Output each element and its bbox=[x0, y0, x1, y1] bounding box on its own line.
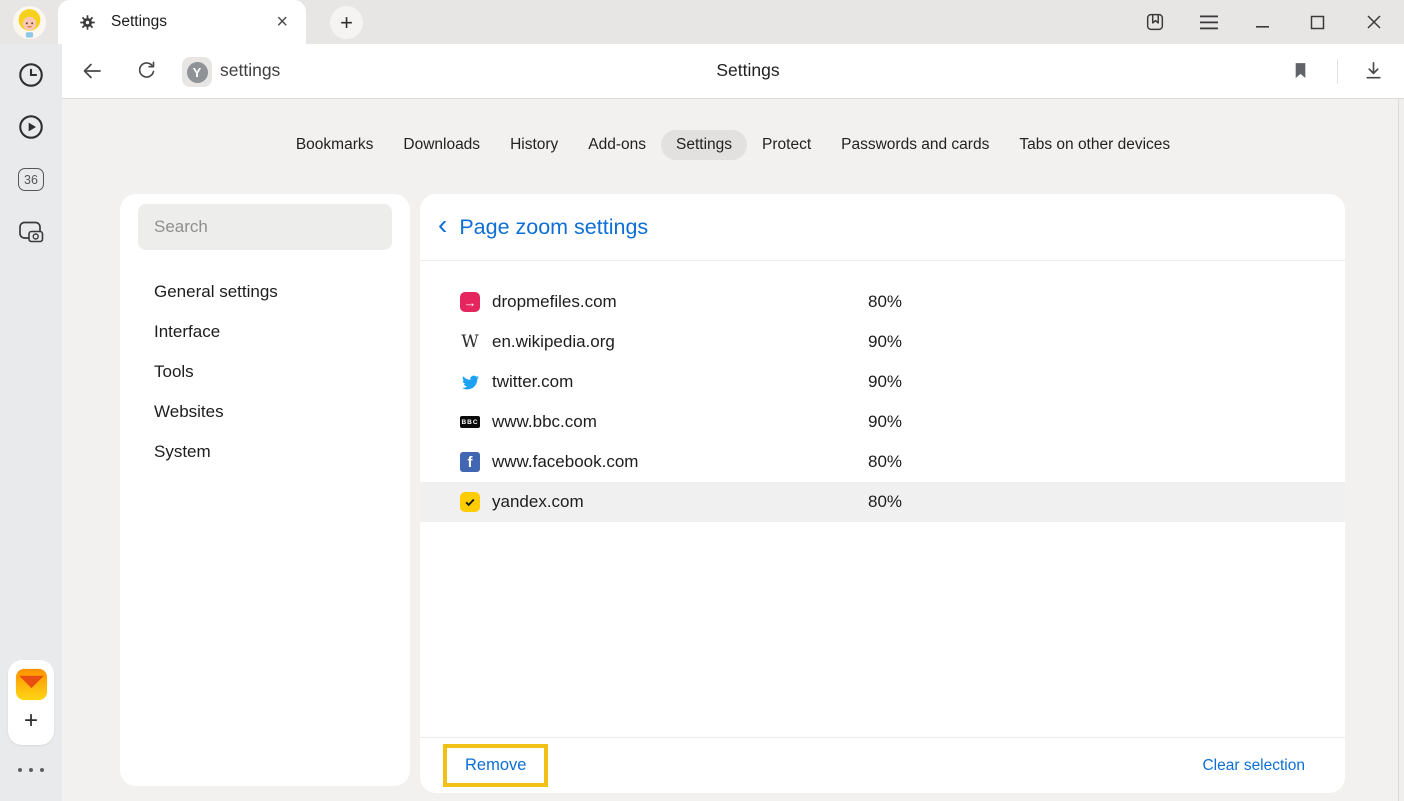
bookmark-icon bbox=[1290, 59, 1311, 82]
site-name: twitter.com bbox=[492, 372, 868, 392]
add-app-button[interactable]: + bbox=[24, 709, 38, 733]
nav-passwords-and-cards[interactable]: Passwords and cards bbox=[826, 130, 1004, 160]
yandex-logo-icon: Y bbox=[187, 62, 208, 83]
site-name: www.bbc.com bbox=[492, 412, 868, 432]
remove-button[interactable]: Remove bbox=[443, 744, 548, 787]
hamburger-menu-icon bbox=[1200, 15, 1219, 30]
maximize-icon bbox=[1310, 15, 1325, 30]
nav-downloads[interactable]: Downloads bbox=[388, 130, 495, 160]
wikipedia-favicon-icon: W bbox=[461, 334, 478, 351]
site-name: yandex.com bbox=[492, 492, 868, 512]
site-badge[interactable]: Y bbox=[182, 57, 212, 87]
site-name: www.facebook.com bbox=[492, 452, 868, 472]
site-row-wikipedia[interactable]: W en.wikipedia.org 90% bbox=[420, 322, 1345, 362]
back-chevron-icon: ‹ bbox=[438, 211, 447, 239]
page-zoom-settings-panel: ‹ Page zoom settings → dropmefiles.com 8… bbox=[420, 194, 1345, 793]
yandex-mail-icon bbox=[15, 668, 48, 701]
more-options-icon[interactable] bbox=[0, 768, 62, 772]
section-title: Page zoom settings bbox=[459, 215, 648, 240]
screenshot-camera-icon bbox=[17, 219, 45, 244]
reload-icon bbox=[135, 59, 158, 82]
sidebar-item-general-settings[interactable]: General settings bbox=[120, 272, 410, 312]
nav-history[interactable]: History bbox=[495, 130, 573, 160]
play-circle-icon bbox=[17, 113, 45, 141]
back-arrow-icon bbox=[80, 59, 104, 83]
nav-protect[interactable]: Protect bbox=[747, 130, 826, 160]
site-row-facebook[interactable]: f www.facebook.com 80% bbox=[420, 442, 1345, 482]
site-row-dropmefiles[interactable]: → dropmefiles.com 80% bbox=[420, 282, 1345, 322]
tab-bar: Settings × + bbox=[0, 0, 1404, 44]
toolbar-separator bbox=[1337, 59, 1338, 84]
close-icon bbox=[1366, 14, 1382, 30]
site-row-bbc[interactable]: BBC www.bbc.com 90% bbox=[420, 402, 1345, 442]
settings-nav: Bookmarks Downloads History Add-ons Sett… bbox=[62, 130, 1404, 160]
bookmark-button[interactable] bbox=[1290, 59, 1311, 82]
nav-add-ons[interactable]: Add-ons bbox=[573, 130, 661, 160]
facebook-favicon-icon: f bbox=[460, 452, 480, 472]
close-window-button[interactable] bbox=[1366, 0, 1382, 44]
site-zoom-value: 80% bbox=[868, 292, 902, 312]
download-icon bbox=[1362, 59, 1385, 82]
avatar-girl-icon bbox=[13, 6, 46, 39]
site-zoom-value: 90% bbox=[868, 412, 902, 432]
nav-tabs-on-other-devices[interactable]: Tabs on other devices bbox=[1004, 130, 1185, 160]
zoomed-sites-list: → dropmefiles.com 80% W en.wikipedia.org… bbox=[420, 261, 1345, 522]
tab-close-icon[interactable]: × bbox=[274, 12, 290, 32]
sidebar-item-interface[interactable]: Interface bbox=[120, 312, 410, 352]
side-panel-button[interactable] bbox=[1144, 0, 1166, 44]
site-row-twitter[interactable]: twitter.com 90% bbox=[420, 362, 1345, 402]
site-zoom-value: 80% bbox=[868, 492, 902, 512]
screenshot-button[interactable] bbox=[0, 219, 62, 244]
address-bar[interactable]: settings bbox=[220, 60, 280, 81]
dropmefiles-favicon-icon: → bbox=[460, 292, 480, 312]
history-button[interactable] bbox=[0, 61, 62, 89]
browser-tab-settings[interactable]: Settings × bbox=[58, 0, 306, 44]
sidebar-sections: General settings Interface Tools Website… bbox=[120, 272, 410, 472]
back-to-settings-link[interactable]: ‹ Page zoom settings bbox=[420, 194, 1345, 261]
clear-selection-link[interactable]: Clear selection bbox=[1202, 757, 1305, 775]
pinned-apps-panel: + bbox=[8, 660, 54, 745]
list-footer: Remove Clear selection bbox=[420, 737, 1345, 793]
new-tab-button[interactable]: + bbox=[330, 6, 363, 39]
tab-count-badge: 36 bbox=[18, 168, 44, 191]
bbc-favicon-icon: BBC bbox=[460, 416, 480, 428]
sidebar-item-websites[interactable]: Websites bbox=[120, 392, 410, 432]
site-name: en.wikipedia.org bbox=[492, 332, 868, 352]
gear-icon bbox=[79, 14, 96, 31]
maximize-button[interactable] bbox=[1310, 0, 1325, 44]
video-button[interactable] bbox=[0, 113, 62, 141]
menu-button[interactable] bbox=[1200, 0, 1219, 44]
sidebar-item-system[interactable]: System bbox=[120, 432, 410, 472]
nav-bookmarks[interactable]: Bookmarks bbox=[281, 130, 389, 160]
side-panel-icon bbox=[1144, 11, 1166, 33]
sidebar-item-tools[interactable]: Tools bbox=[120, 352, 410, 392]
search-input[interactable] bbox=[138, 204, 392, 250]
reload-button[interactable] bbox=[135, 59, 158, 82]
mail-app-button[interactable] bbox=[15, 668, 48, 706]
site-zoom-value: 90% bbox=[868, 372, 902, 392]
tab-counter-button[interactable]: 36 bbox=[0, 168, 62, 191]
site-row-yandex-selected[interactable]: yandex.com 80% bbox=[420, 482, 1345, 522]
twitter-bird-favicon-icon bbox=[461, 374, 480, 391]
tab-title: Settings bbox=[111, 13, 274, 31]
yandex-check-favicon-icon bbox=[460, 492, 480, 512]
scrollbar[interactable] bbox=[1398, 99, 1404, 801]
profile-avatar[interactable] bbox=[13, 6, 46, 39]
settings-sidebar: General settings Interface Tools Website… bbox=[120, 194, 410, 786]
clock-icon bbox=[17, 61, 45, 89]
minimize-icon bbox=[1255, 14, 1271, 30]
toolbar: Y settings Settings bbox=[62, 44, 1404, 99]
browser-window: Settings × + bbox=[0, 0, 1404, 801]
nav-settings[interactable]: Settings bbox=[661, 130, 747, 160]
back-button[interactable] bbox=[80, 59, 104, 83]
site-name: dropmefiles.com bbox=[492, 292, 868, 312]
page-title: Settings bbox=[678, 60, 818, 81]
downloads-button[interactable] bbox=[1362, 59, 1385, 82]
minimize-button[interactable] bbox=[1255, 0, 1271, 44]
site-zoom-value: 90% bbox=[868, 332, 902, 352]
site-zoom-value: 80% bbox=[868, 452, 902, 472]
